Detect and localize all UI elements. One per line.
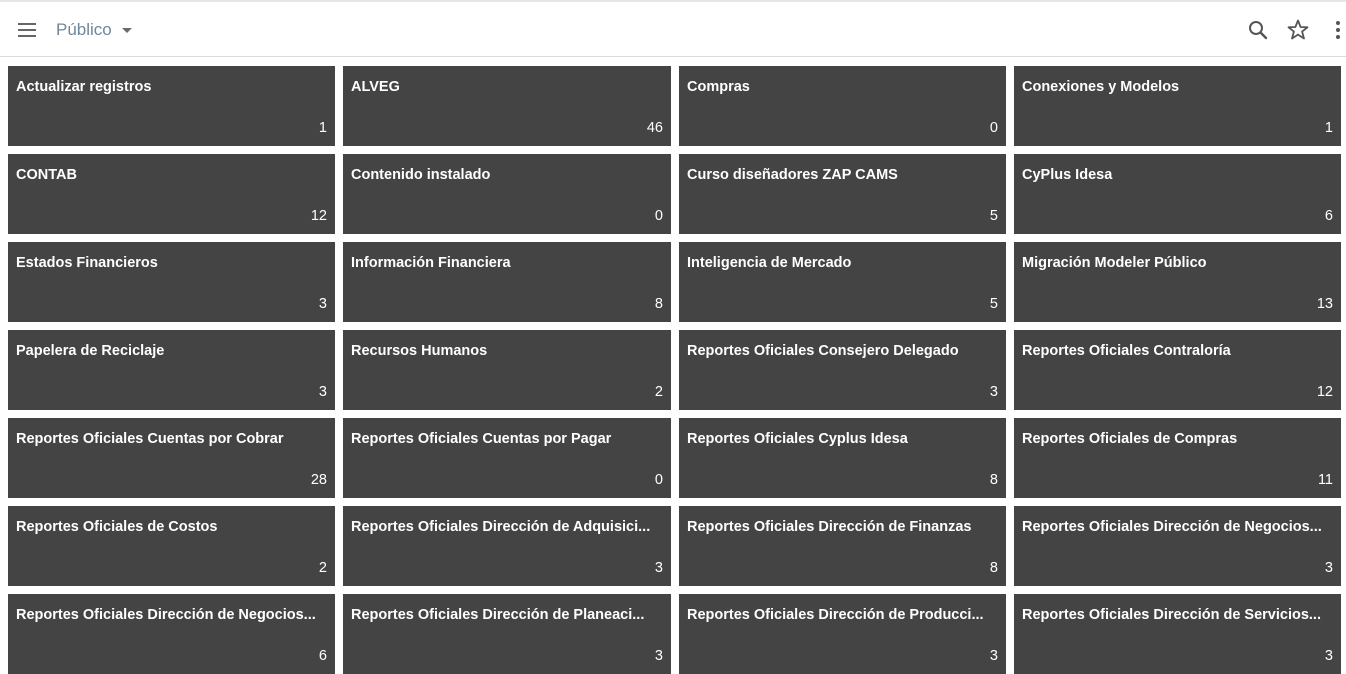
- folder-tile[interactable]: Reportes Oficiales Contraloría 12: [1014, 330, 1341, 410]
- folder-tile-count: 3: [1324, 560, 1333, 576]
- hamburger-menu-icon[interactable]: [16, 20, 38, 40]
- folder-tile-count: 3: [318, 296, 327, 312]
- folder-tile[interactable]: Reportes Oficiales Cuentas por Cobrar 28: [8, 418, 335, 498]
- folder-tile[interactable]: CONTAB 12: [8, 154, 335, 234]
- folder-tile[interactable]: Reportes Oficiales Dirección de Servicio…: [1014, 594, 1341, 674]
- folder-tile-count: 1: [318, 120, 327, 136]
- folder-tile-count: 13: [1316, 296, 1333, 312]
- folder-tile-name: Contenido instalado: [351, 167, 491, 183]
- folder-tile-name: Compras: [687, 79, 750, 95]
- folder-tile-name: Inteligencia de Mercado: [687, 255, 852, 271]
- folder-tile-count: 46: [646, 120, 663, 136]
- folder-tile[interactable]: CyPlus Idesa 6: [1014, 154, 1341, 234]
- folder-tile-count: 0: [989, 120, 998, 136]
- folder-tile[interactable]: Inteligencia de Mercado 5: [679, 242, 1006, 322]
- folder-tile[interactable]: Reportes Oficiales Dirección de Negocios…: [8, 594, 335, 674]
- header-bar: Público: [0, 2, 1346, 57]
- folder-tile-count: 0: [654, 472, 663, 488]
- folder-tile[interactable]: Reportes Oficiales Cyplus Idesa 8: [679, 418, 1006, 498]
- folder-tile-name: Conexiones y Modelos: [1022, 79, 1180, 95]
- folder-tile-count: 8: [989, 472, 998, 488]
- folder-tile-name: CONTAB: [16, 167, 77, 183]
- folder-tile-name: ALVEG: [351, 79, 400, 95]
- folder-tile[interactable]: Reportes Oficiales Dirección de Planeaci…: [343, 594, 671, 674]
- folder-tile-count: 12: [1316, 384, 1333, 400]
- folder-tile-name: Estados Financieros: [16, 255, 158, 271]
- folder-tile-name: Reportes Oficiales Dirección de Producci…: [687, 607, 984, 623]
- folder-tile[interactable]: Reportes Oficiales Dirección de Producci…: [679, 594, 1006, 674]
- folder-tile-count: 3: [1324, 648, 1333, 664]
- folder-tile-name: Migración Modeler Público: [1022, 255, 1207, 271]
- folder-tile[interactable]: Migración Modeler Público 13: [1014, 242, 1341, 322]
- folder-tile-count: 8: [654, 296, 663, 312]
- folder-tile-count: 5: [989, 208, 998, 224]
- folder-tile-count: 11: [1317, 472, 1333, 488]
- folder-tile[interactable]: Reportes Oficiales de Costos 2: [8, 506, 335, 586]
- folder-tile[interactable]: Contenido instalado 0: [343, 154, 671, 234]
- folder-tile-name: Recursos Humanos: [351, 343, 488, 359]
- folder-tile-name: Reportes Oficiales Cuentas por Cobrar: [16, 431, 284, 447]
- folder-tile-name: Reportes Oficiales Cuentas por Pagar: [351, 431, 612, 447]
- folder-tile[interactable]: Reportes Oficiales Dirección de Adquisic…: [343, 506, 671, 586]
- folder-tile-name: Reportes Oficiales Consejero Delegado: [687, 343, 959, 359]
- folder-tile[interactable]: Reportes Oficiales Consejero Delegado 3: [679, 330, 1006, 410]
- folder-tile-grid: Actualizar registros 1 ALVEG 46 Compras 0 Cone…: [8, 66, 1342, 674]
- folder-tile-name: Reportes Oficiales Dirección de Negocios…: [1022, 519, 1322, 535]
- folder-tile-name: Reportes Oficiales Dirección de Negocios…: [16, 607, 316, 623]
- folder-tile-count: 2: [654, 384, 663, 400]
- folder-tile-count: 8: [989, 560, 998, 576]
- folder-tile[interactable]: Estados Financieros 3: [8, 242, 335, 322]
- folder-tile-name: Reportes Oficiales Dirección de Adquisic…: [351, 519, 651, 535]
- folder-tile[interactable]: Conexiones y Modelos 1: [1014, 66, 1341, 146]
- star-outline-icon[interactable]: [1286, 18, 1310, 42]
- folder-tile-count: 3: [989, 648, 998, 664]
- folder-tile-count: 0: [654, 208, 663, 224]
- folder-tile[interactable]: Compras 0: [679, 66, 1006, 146]
- folder-tile-name: Reportes Oficiales Dirección de Servicio…: [1022, 607, 1321, 623]
- folder-tile[interactable]: Reportes Oficiales Cuentas por Pagar 0: [343, 418, 671, 498]
- folder-tile-name: Información Financiera: [351, 255, 511, 271]
- folder-tile-count: 3: [654, 648, 663, 664]
- folder-tile[interactable]: Papelera de Reciclaje 3: [8, 330, 335, 410]
- folder-selector[interactable]: Público: [56, 19, 132, 41]
- folder-tile-count: 3: [318, 384, 327, 400]
- folder-tile-name: Reportes Oficiales de Compras: [1022, 431, 1238, 447]
- folder-tile-count: 12: [310, 208, 327, 224]
- folder-tile[interactable]: Recursos Humanos 2: [343, 330, 671, 410]
- folder-tile-count: 2: [318, 560, 327, 576]
- caret-down-icon: [121, 27, 132, 33]
- folder-tile[interactable]: Información Financiera 8: [343, 242, 671, 322]
- folder-tile-name: Reportes Oficiales Dirección de Finanzas: [687, 519, 972, 535]
- folder-tile-count: 1: [1324, 120, 1333, 136]
- search-icon[interactable]: [1246, 18, 1270, 42]
- folder-tile[interactable]: Reportes Oficiales de Compras 11: [1014, 418, 1341, 498]
- folder-tile[interactable]: Actualizar registros 1: [8, 66, 335, 146]
- folder-tile[interactable]: ALVEG 46: [343, 66, 671, 146]
- folder-tile[interactable]: Curso diseñadores ZAP CAMS 5: [679, 154, 1006, 234]
- folder-tile-count: 3: [989, 384, 998, 400]
- more-vertical-icon[interactable]: [1326, 18, 1346, 42]
- folder-tile-name: Papelera de Reciclaje: [16, 343, 165, 359]
- folder-tile-count: 28: [310, 472, 327, 488]
- folder-tile-name: CyPlus Idesa: [1022, 167, 1113, 183]
- page-title: Público: [56, 20, 112, 39]
- folder-tile-count: 3: [654, 560, 663, 576]
- folder-tile-name: Curso diseñadores ZAP CAMS: [687, 167, 898, 183]
- folder-tile-name: Actualizar registros: [16, 79, 152, 95]
- folder-tile-name: Reportes Oficiales de Costos: [16, 519, 218, 535]
- folder-tile-name: Reportes Oficiales Contraloría: [1022, 343, 1231, 359]
- folder-tile-count: 5: [989, 296, 998, 312]
- folder-tile-count: 6: [1324, 208, 1333, 224]
- folder-tile-name: Reportes Oficiales Dirección de Planeaci…: [351, 607, 645, 623]
- folder-tile-name: Reportes Oficiales Cyplus Idesa: [687, 431, 908, 447]
- folder-tile[interactable]: Reportes Oficiales Dirección de Finanzas…: [679, 506, 1006, 586]
- folder-tile[interactable]: Reportes Oficiales Dirección de Negocios…: [1014, 506, 1341, 586]
- folder-tile-count: 6: [318, 648, 327, 664]
